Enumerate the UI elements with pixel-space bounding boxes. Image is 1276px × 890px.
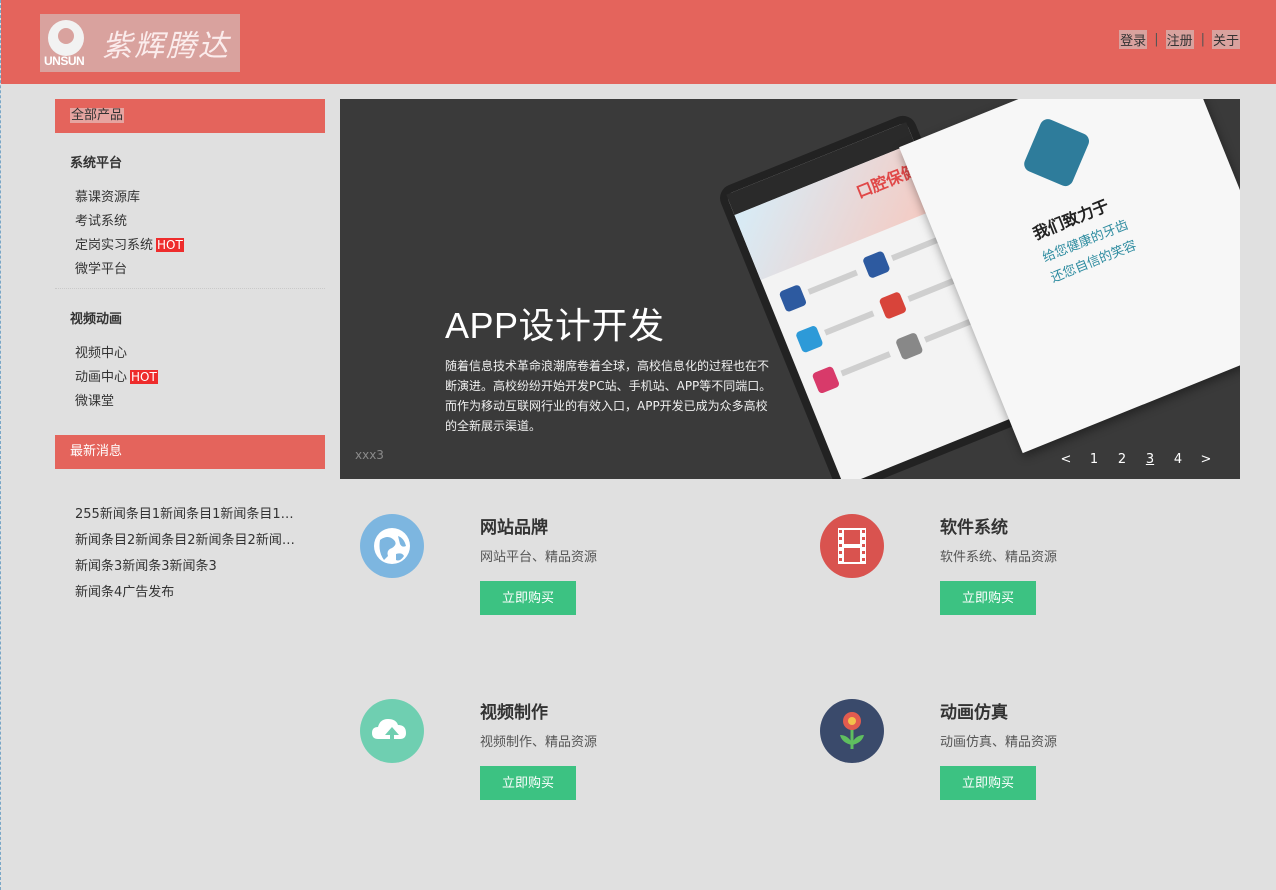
sidebar-item-exam[interactable]: 考试系统	[75, 210, 127, 229]
carousel-page-3[interactable]: 3	[1136, 452, 1164, 467]
sidebar-item-microlearning[interactable]: 微学平台	[75, 258, 127, 277]
banner-title: APP设计开发	[445, 305, 665, 346]
all-products-label: 全部产品	[70, 108, 125, 123]
all-products-heading: 全部产品	[55, 99, 325, 133]
news-item[interactable]: 新闻条4广告发布	[75, 581, 299, 600]
sidebar-item-micro-class[interactable]: 微课堂	[75, 390, 114, 409]
flower-icon	[820, 699, 884, 763]
top-nav: 登录 | 注册 | 关于	[1119, 30, 1240, 49]
feature-desc-website: 网站平台、精品资源	[480, 550, 598, 565]
feature-desc-software: 软件系统、精品资源	[940, 550, 1058, 565]
banner-description: 随着信息技术革命浪潮席卷着全球，高校信息化的过程也在不断演进。高校纷纷开始开发P…	[445, 359, 772, 433]
sidebar-item-internship[interactable]: 定岗实习系统 HOT	[75, 234, 184, 253]
logo-mark: UNSUN	[44, 18, 90, 68]
category-title-video: 视频动画	[70, 312, 123, 327]
news-item[interactable]: 新闻条目2新闻条目2新闻条目2新闻条目2	[75, 529, 299, 548]
hot-badge: HOT	[130, 370, 158, 384]
nav-separator: |	[1154, 32, 1159, 47]
carousel-page-2[interactable]: 2	[1108, 452, 1136, 467]
news-item[interactable]: 新闻条3新闻条3新闻条3	[75, 555, 299, 574]
carousel-next-button[interactable]: >	[1192, 452, 1220, 467]
nav-separator: |	[1200, 32, 1205, 47]
globe-icon	[360, 514, 424, 578]
hero-carousel[interactable]: 口腔保健 我们致力于 给您健康的牙齿 还您自信的笑容 APP设计开发 随着信息技…	[340, 99, 1240, 479]
site-logo[interactable]: UNSUN 紫辉腾达	[40, 14, 240, 72]
feature-title-website: 网站品牌	[480, 518, 548, 538]
buy-button-website[interactable]: 立即购买	[480, 581, 576, 615]
carousel-pager: < 1 2 3 4 >	[1052, 452, 1220, 467]
hot-badge: HOT	[156, 238, 184, 252]
carousel-prev-button[interactable]: <	[1052, 452, 1080, 467]
login-link[interactable]: 登录	[1119, 30, 1148, 49]
buy-button-animation[interactable]: 立即购买	[940, 766, 1036, 800]
sidebar-divider	[55, 288, 325, 289]
register-link[interactable]: 注册	[1165, 30, 1194, 49]
sidebar-item-video-center[interactable]: 视频中心	[75, 342, 127, 361]
news-heading: 最新消息	[55, 435, 325, 469]
sidebar-item-mooc[interactable]: 慕课资源库	[75, 186, 140, 205]
banner-tag: xxx3	[355, 448, 384, 462]
cloud-upload-icon	[360, 699, 424, 763]
tooth-emblem-icon	[1021, 116, 1092, 189]
feature-title-animation: 动画仿真	[940, 703, 1008, 723]
film-icon	[820, 514, 884, 578]
buy-button-software[interactable]: 立即购买	[940, 581, 1036, 615]
feature-desc-animation: 动画仿真、精品资源	[940, 735, 1058, 750]
category-title-systems: 系统平台	[70, 156, 123, 171]
feature-title-software: 软件系统	[940, 518, 1008, 538]
logo-word: UNSUN	[44, 54, 85, 68]
news-item[interactable]: 255新闻条目1新闻条目1新闻条目1新闻条目1	[75, 503, 299, 522]
site-header: UNSUN 紫辉腾达 登录 | 注册 | 关于	[1, 0, 1276, 84]
feature-desc-video: 视频制作、精品资源	[480, 735, 598, 750]
feature-title-video: 视频制作	[480, 703, 548, 723]
logo-text: 紫辉腾达	[102, 29, 230, 64]
about-link[interactable]: 关于	[1211, 30, 1240, 49]
sidebar-item-animation-center[interactable]: 动画中心 HOT	[75, 366, 158, 385]
carousel-page-4[interactable]: 4	[1164, 452, 1192, 467]
buy-button-video[interactable]: 立即购买	[480, 766, 576, 800]
carousel-page-1[interactable]: 1	[1080, 452, 1108, 467]
